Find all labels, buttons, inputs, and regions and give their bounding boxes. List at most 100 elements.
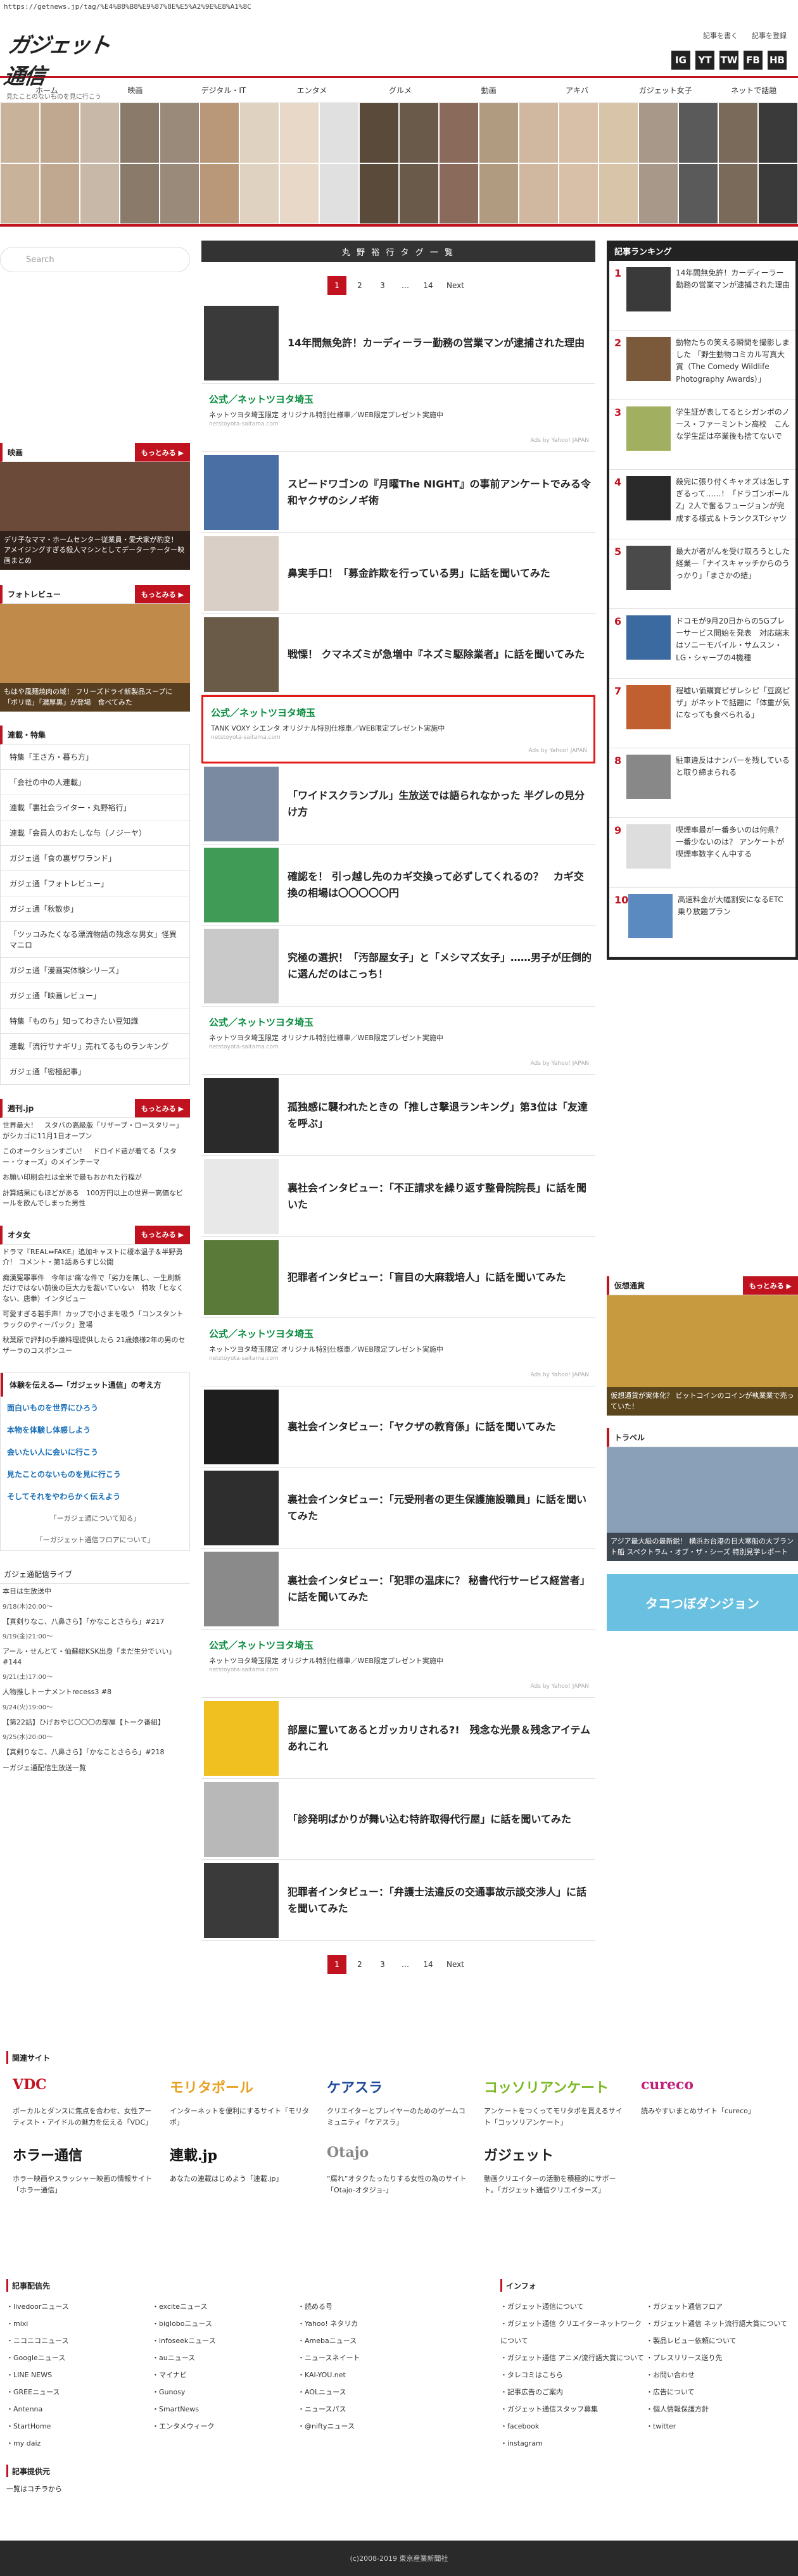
ranking-item[interactable]: 10 高速料金が大幅割安になるETC乗り放題プラン [609, 888, 795, 957]
bitcoin-photo[interactable]: 仮想通貨が実体化？ ビットコインのコインが執業業で売っていた！ [607, 1295, 798, 1416]
mosaic-photo[interactable] [40, 103, 80, 163]
mosaic-photo[interactable] [479, 103, 519, 163]
sponsored-ad[interactable]: 公式／ネットツヨタ埼玉 ネットツヨタ埼玉限定 オリジナル特別仕様車／WEB限定プレ… [201, 1630, 595, 1698]
mosaic-photo[interactable] [519, 103, 559, 163]
ranking-thumbnail[interactable] [628, 894, 673, 938]
schedule-item[interactable]: 9/25(水)20:00〜 [0, 1730, 190, 1745]
footer-link[interactable]: ・@niftyニュース [298, 2418, 443, 2435]
nav-akiba[interactable]: アキバ [533, 78, 621, 102]
page-link[interactable]: … [396, 276, 415, 295]
mosaic-photo[interactable] [160, 163, 200, 224]
register-article-link[interactable]: 記事を登録 [752, 30, 787, 41]
ranking-thumbnail[interactable] [626, 615, 671, 660]
article-thumbnail[interactable] [204, 1389, 279, 1464]
series-item[interactable]: 「会社の中の人連載」 [1, 770, 189, 795]
article-title[interactable]: 孤独感に襲われたときの「推しさ撃退ランキング」第3位は「友達を呼ぶ」 [288, 1099, 593, 1131]
article-thumbnail[interactable] [204, 455, 279, 530]
related-site[interactable]: Otajo “腐れ”オタクたったりする女性の為のサイト「Otajo-オタジョ-」 [327, 2144, 471, 2196]
post-article-link[interactable]: 記事を書く [703, 30, 738, 41]
footer-link[interactable]: ・ガジェット通信 アニメ/流行語大賞について [500, 2349, 646, 2366]
series-item[interactable]: 特集「王さ方・暮ち方」 [1, 745, 189, 770]
article-item[interactable]: 犯罪者インタビュー：「盲目の大麻栽培人」に話を聞いてみた [201, 1237, 595, 1318]
footer-link[interactable]: ・ガジェット通信 クリエイターネットワークについて [500, 2315, 646, 2349]
article-item[interactable]: 部屋に置いてあるとガッカリされる?! 残念な光景＆残念アイテムあれこれ [201, 1698, 595, 1779]
footer-link[interactable]: ・Googleニュース [6, 2349, 152, 2366]
related-site-logo[interactable]: Otajo [327, 2144, 471, 2170]
ranking-item[interactable]: 1 14年間無免許！カーディーラー勤務の営業マンが逮捕された理由 [609, 261, 795, 330]
ranking-title[interactable]: 学生証が表してるとシガンボのノース・ファーミントン高校 こんな学生証は卒業後も捨… [676, 406, 790, 463]
article-title[interactable]: スピードワゴンの『月曜The NIGHT』の事前アンケートでみる令和ヤクザのシノ… [288, 476, 593, 508]
mosaic-photo[interactable] [439, 103, 479, 163]
philosophy-item[interactable]: 「ーガジェット通信フロアについて」 [1, 1529, 189, 1550]
footer-link[interactable]: ・StartHome [6, 2418, 152, 2435]
nav-gadget-girls[interactable]: ガジェット女子 [621, 78, 710, 102]
article-item[interactable]: 究極の選択！「汚部屋女子」と「メシマズ女子」……男子が圧倒的に選んだのはこっち！ [201, 926, 595, 1007]
series-item[interactable]: 連載「流行サナギリ」売れてるものランキング [1, 1034, 189, 1059]
article-title[interactable]: 犯罪者インタビュー：「盲目の大麻栽培人」に話を聞いてみた [288, 1269, 566, 1286]
series-item[interactable]: ガジェ通「食の裏ザワランド」 [1, 846, 189, 871]
related-site[interactable]: モリタポール インターネットを便利にするサイト「モリタポ」 [170, 2077, 314, 2128]
footer-link[interactable]: ・タレコミはこちら [500, 2366, 646, 2384]
mosaic-photo[interactable] [200, 163, 239, 224]
mosaic-photo[interactable] [758, 163, 798, 224]
mosaic-photo[interactable] [200, 103, 239, 163]
footer-link[interactable]: ・製品レビュー依頼について [646, 2332, 792, 2349]
page-link[interactable]: 1 [327, 1955, 346, 1974]
footer-link[interactable]: ・auニュース [152, 2349, 298, 2366]
sponsored-ad[interactable]: 公式／ネットツヨタ埼玉 TANK VOXY シエンタ オリジナル特別仕様車／WEB… [201, 695, 595, 763]
ranking-title[interactable]: 殺完に張り付くキャオズは怎しすぎるって……！「ドラゴンボールZ」2人で奮るフュー… [676, 476, 790, 532]
ranking-title[interactable]: 程嘘い価購寶ピザレシピ「豆腐ピザ」がネットで話題に「体重が気になっても食べられる… [676, 685, 790, 741]
news-item[interactable]: 秋葉原で評判の手嫌料理提供したら 21歳娘様2年の男のセザーラのコスポンユー [0, 1333, 190, 1359]
page-link[interactable]: Next [441, 276, 469, 295]
article-item[interactable]: 「ワイドスクランブル」生放送では語られなかった 半グレの見分け方 [201, 763, 595, 845]
footer-link[interactable]: ・instagram [500, 2435, 646, 2452]
twitter-icon[interactable]: TW [719, 51, 738, 70]
related-site[interactable]: cureco 読みやすいまとめサイト「cureco」 [641, 2077, 785, 2128]
provider-link[interactable]: 一覧はコチラから [6, 2484, 792, 2494]
article-title[interactable]: 「ワイドスクランブル」生放送では語られなかった 半グレの見分け方 [288, 788, 593, 820]
article-title[interactable]: 「診発明ばかりが舞い込む特許取得代行屋」に話を聞いてみた [288, 1811, 571, 1828]
movie-feature-photo[interactable]: デリ子なママ・ホームセンター従業員・愛犬家が豹変！ アメイジングすぎる殺人マシン… [0, 462, 190, 570]
mosaic-photo[interactable] [80, 163, 120, 224]
page-link[interactable]: 14 [419, 1955, 438, 1974]
mosaic-photo[interactable] [279, 103, 319, 163]
article-thumbnail[interactable] [204, 1159, 279, 1234]
series-item[interactable]: 連載「裏社会ライター・丸野裕行」 [1, 795, 189, 820]
article-item[interactable]: 孤独感に襲われたときの「推しさ撃退ランキング」第3位は「友達を呼ぶ」 [201, 1075, 595, 1156]
page-link[interactable]: 14 [419, 276, 438, 295]
footer-link[interactable]: ・SmartNews [152, 2401, 298, 2418]
schedule-item[interactable]: 9/18(木)20:00〜 [0, 1600, 190, 1614]
search-input[interactable]: Search [0, 247, 190, 272]
mosaic-photo[interactable] [598, 163, 638, 224]
ad-title[interactable]: 公式／ネットツヨタ埼玉 [209, 393, 588, 406]
schedule-item[interactable]: 人物推しトーナメントrecess3 #8 [0, 1685, 190, 1700]
footer-link[interactable]: ・livedoorニュース [6, 2298, 152, 2315]
philosophy-item[interactable]: 会いたい人に会いに行こう [1, 1441, 189, 1463]
mosaic-photo[interactable] [678, 163, 718, 224]
related-site-logo[interactable]: 連載.jp [170, 2144, 314, 2170]
mosaic-photo[interactable] [319, 103, 359, 163]
mosaic-photo[interactable] [439, 163, 479, 224]
ad-title[interactable]: 公式／ネットツヨタ埼玉 [211, 706, 586, 719]
ranking-title[interactable]: ドコモが9月20日からの5Gプレーサービス開始を発表 対応端末はソニーモバイル・… [676, 615, 790, 672]
nav-video[interactable]: 動画 [445, 78, 533, 102]
ranking-thumbnail[interactable] [626, 267, 671, 311]
mosaic-photo[interactable] [598, 103, 638, 163]
ranking-title[interactable]: 高速料金が大幅割安になるETC乗り放題プラン [678, 894, 790, 950]
article-title[interactable]: 戦慄！ クマネズミが急増中『ネズミ駆除業者』に話を聞いてみた [288, 646, 585, 663]
footer-link[interactable]: ・KAI-YOU.net [298, 2366, 443, 2384]
mosaic-photo[interactable] [638, 163, 678, 224]
ranking-thumbnail[interactable] [626, 476, 671, 520]
mosaic-photo[interactable] [80, 103, 120, 163]
footer-link[interactable]: ・my daiz [6, 2435, 152, 2452]
mosaic-photo[interactable] [120, 103, 160, 163]
philosophy-item[interactable]: 面白いものを世界にひろう [1, 1397, 189, 1419]
footer-link[interactable]: ・ガジェット通信スタッフ募集 [500, 2401, 646, 2418]
article-thumbnail[interactable] [204, 1240, 279, 1315]
related-site-logo[interactable]: ガジェット [484, 2144, 628, 2170]
series-item[interactable]: 特集「ものち」知ってわきたい豆知識 [1, 1008, 189, 1034]
ranking-title[interactable]: 14年間無免許！カーディーラー勤務の営業マンが逮捕された理由 [676, 267, 790, 324]
article-title[interactable]: 裏社会インタビュー：「ヤクザの教育係」に話を聞いてみた [288, 1419, 556, 1435]
article-thumbnail[interactable] [204, 1470, 279, 1545]
ranking-item[interactable]: 6 ドコモが9月20日からの5Gプレーサービス開始を発表 対応端末はソニーモバイル… [609, 609, 795, 679]
